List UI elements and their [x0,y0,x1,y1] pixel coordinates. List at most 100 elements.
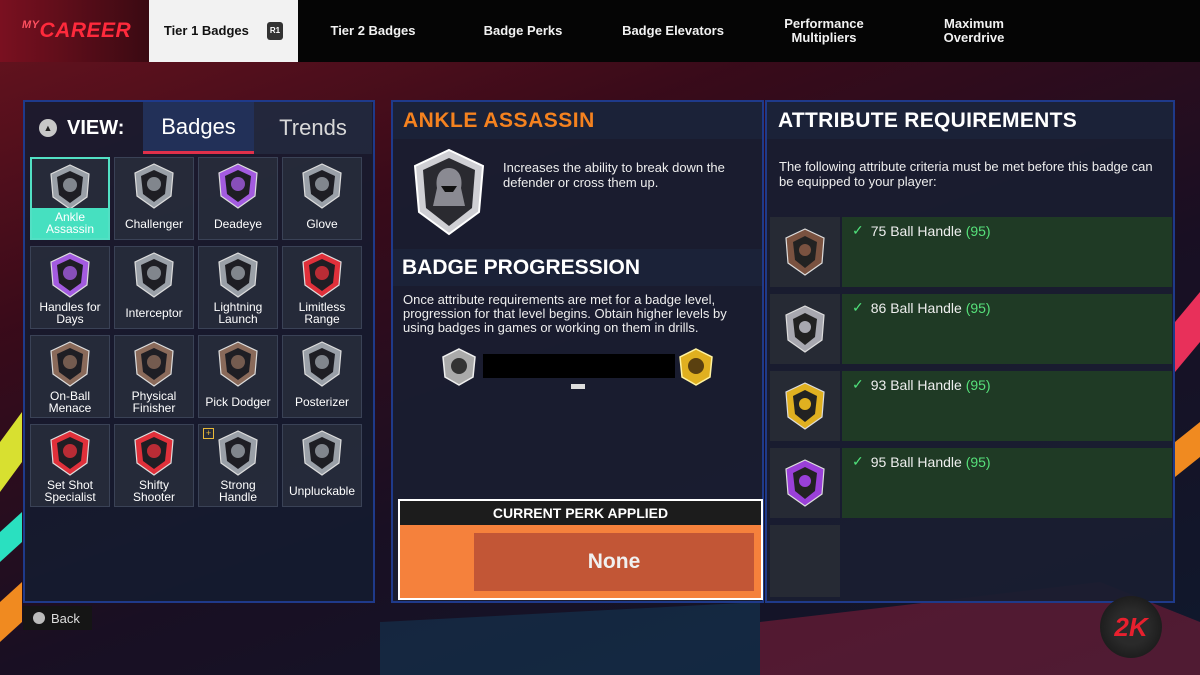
level-badge-icon [770,294,840,364]
badge-icon [131,162,177,210]
badge-icon [47,429,93,477]
back-button[interactable]: Back [23,606,92,630]
badge-tile-pick-dodger[interactable]: Pick Dodger [198,335,278,418]
perk-value-button[interactable]: None [474,533,754,591]
badge-name: Handles for Days [39,300,101,326]
view-tab-badges[interactable]: Badges [143,102,254,154]
badge-tile-strong-handle[interactable]: + Strong Handle [198,424,278,507]
badge-name: Lightning Launch [213,300,263,326]
badge-tile-set-shot-specialist[interactable]: Set Shot Specialist [30,424,110,507]
requirement-row: ✓ 93 Ball Handle (95) [770,371,1172,441]
badge-name: Posterizer [294,395,350,409]
2k-logo: 2K [1100,596,1162,658]
requirement-text: 86 Ball Handle [870,299,962,316]
badge-tile-on-ball-menace[interactable]: On-Ball Menace [30,335,110,418]
badge-name: Challenger [124,217,184,231]
requirement-row: ✓ 95 Ball Handle (95) [770,448,1172,518]
requirement-text: 93 Ball Handle [870,376,962,393]
attribute-requirements-panel: ATTRIBUTE REQUIREMENTS The following att… [765,100,1175,603]
tab-badge-elevators[interactable]: Badge Elevators [598,0,748,62]
requirement-text: 95 Ball Handle [870,453,962,470]
requirements-title: ATTRIBUTE REQUIREMENTS [767,102,1173,139]
badge-name: Limitless Range [298,300,346,326]
current-attribute-value: (95) [965,453,991,470]
badge-icon [215,340,261,388]
badge-tile-ankle-assassin[interactable]: Ankle Assassin [30,157,110,240]
view-selector: ▲ VIEW: Badges Trends [25,102,373,154]
badge-tile-posterizer[interactable]: Posterizer [282,335,362,418]
requirements-description: The following attribute criteria must be… [779,159,1153,189]
badge-icon [47,163,93,211]
requirement-text: 75 Ball Handle [870,222,962,239]
current-attribute-value: (95) [965,376,991,393]
badge-name: Glove [306,217,338,231]
gold-level-icon [676,347,716,392]
level-badge-icon [770,371,840,441]
badge-icon [299,340,345,388]
r1-button-hint: R1 [266,22,284,40]
badge-name: Set Shot Specialist [44,478,96,504]
badge-icon [215,162,261,210]
tab-maximum-overdrive[interactable]: Maximum Overdrive [900,0,1048,62]
badge-icon [131,340,177,388]
badge-tile-challenger[interactable]: Challenger [114,157,194,240]
progression-marker [571,384,585,389]
badge-name: Unpluckable [288,484,356,498]
progression-heading: BADGE PROGRESSION [393,249,762,286]
badge-tile-limitless-range[interactable]: Limitless Range [282,246,362,329]
badge-name: Physical Finisher [131,389,177,415]
badge-tile-shifty-shooter[interactable]: Shifty Shooter [114,424,194,507]
boost-icon: + [203,428,214,439]
badge-tile-glove[interactable]: Glove [282,157,362,240]
tab-tier1-badges[interactable]: Tier 1 Badges R1 [149,0,298,62]
badge-name: Pick Dodger [205,395,271,409]
perk-heading: CURRENT PERK APPLIED [400,501,761,525]
badge-name: Interceptor [125,306,183,320]
badge-name: Strong Handle [218,478,258,504]
level-badge-icon [770,217,840,287]
badge-tile-unpluckable[interactable]: Unpluckable [282,424,362,507]
badge-icon [47,340,93,388]
empty-requirement-slot [770,525,840,597]
circle-button-icon [33,612,45,624]
view-tab-trends[interactable]: Trends [254,102,372,154]
current-perk-box: CURRENT PERK APPLIED None [398,499,763,600]
progression-description: Once attribute requirements are met for … [403,292,727,335]
badge-icon [47,251,93,299]
badge-name: Deadeye [213,217,263,231]
badge-tile-lightning-launch[interactable]: Lightning Launch [198,246,278,329]
top-navigation: MYCAREER Tier 1 Badges R1 Tier 2 Badges B… [0,0,1200,62]
checkmark-icon: ✓ [852,299,864,315]
requirement-row: ✓ 75 Ball Handle (95) [770,217,1172,287]
current-attribute-value: (95) [965,222,991,239]
mycareer-logo: MYCAREER [0,0,149,62]
badge-description: Increases the ability to break down the … [503,160,725,190]
badge-detail-panel: ANKLE ASSASSIN Increases the ability to … [391,100,764,603]
badge-icon [131,251,177,299]
tab-performance-multipliers[interactable]: Performance Multipliers [748,0,900,62]
badge-icon [299,251,345,299]
badge-icon [299,162,345,210]
badge-icon [299,429,345,477]
tab-badge-perks[interactable]: Badge Perks [448,0,598,62]
badge-tile-physical-finisher[interactable]: Physical Finisher [114,335,194,418]
view-label: VIEW: [67,116,125,139]
badge-list-panel: ▲ VIEW: Badges Trends Ankle Assassin Chal… [23,100,375,603]
level-badge-icon [770,448,840,518]
silver-level-icon [439,347,479,392]
badge-icon [131,429,177,477]
checkmark-icon: ✓ [852,453,864,469]
checkmark-icon: ✓ [852,376,864,392]
requirement-row: ✓ 86 Ball Handle (95) [770,294,1172,364]
tab-tier2-badges[interactable]: Tier 2 Badges [298,0,448,62]
badge-name: Ankle Assassin [32,208,108,238]
badge-tile-deadeye[interactable]: Deadeye [198,157,278,240]
badge-name: Shifty Shooter [132,478,176,504]
progression-bar [483,354,675,378]
badge-title: ANKLE ASSASSIN [393,102,762,139]
ankle-assassin-badge-icon [405,146,493,243]
badge-name: On-Ball Menace [48,389,92,415]
badge-tile-handles-for-days[interactable]: Handles for Days [30,246,110,329]
badge-icon [215,429,261,477]
badge-tile-interceptor[interactable]: Interceptor [114,246,194,329]
